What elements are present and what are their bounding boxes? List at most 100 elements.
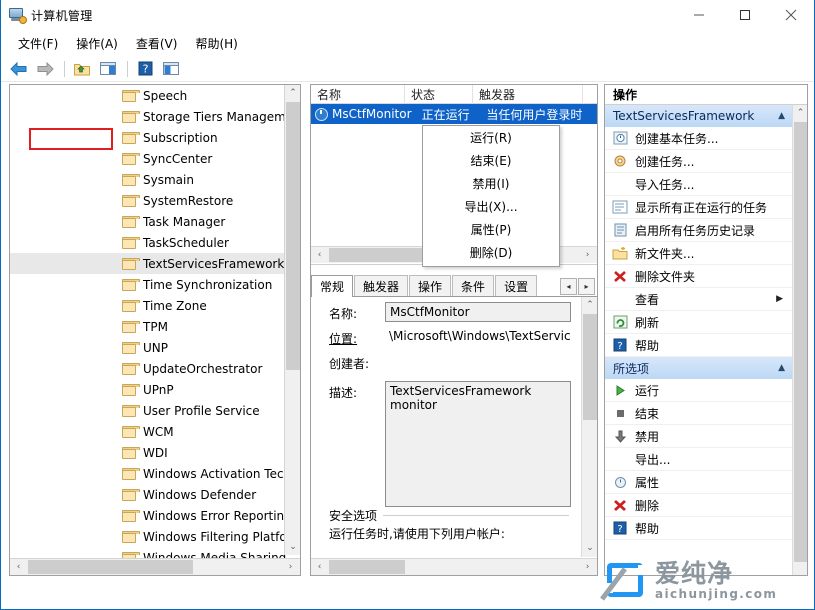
actions-vertical-scrollbar[interactable]: ⌃	[792, 105, 807, 575]
tree-item-tpm[interactable]: TPM	[10, 316, 284, 337]
tree-hscroll-thumb[interactable]	[28, 560, 193, 574]
back-icon[interactable]	[7, 58, 31, 80]
tab-触发器[interactable]: 触发器	[354, 275, 409, 296]
up-folder-icon[interactable]	[70, 58, 94, 80]
tab-操作[interactable]: 操作	[409, 275, 452, 296]
tab-常规[interactable]: 常规	[311, 275, 354, 297]
tree-item-systemrestore[interactable]: SystemRestore	[10, 190, 284, 211]
menu-action[interactable]: 操作(A)	[67, 32, 127, 55]
detail-scroll-down-button[interactable]: ⌄	[582, 540, 597, 556]
action-item[interactable]: 属性	[605, 471, 793, 494]
menu-view[interactable]: 查看(V)	[127, 32, 187, 55]
context-menu-item[interactable]: 禁用(I)	[423, 172, 559, 195]
field-name-value[interactable]: MsCtfMonitor	[385, 302, 571, 322]
detail-horizontal-scrollbar[interactable]: ‹ ›	[311, 558, 597, 575]
help-icon[interactable]: ?	[133, 58, 157, 80]
tree-item-time-synchronization[interactable]: Time Synchronization	[10, 274, 284, 295]
tree-item-windows-filtering-platfo[interactable]: Windows Filtering Platfo	[10, 526, 287, 547]
action-item[interactable]: 删除文件夹	[605, 265, 793, 288]
tree-item-speech[interactable]: Speech	[10, 85, 284, 106]
detail-hscroll-thumb[interactable]	[329, 560, 405, 574]
column-header-name[interactable]: 名称	[311, 85, 405, 104]
actions-scroll-up-button[interactable]: ⌃	[793, 105, 807, 121]
action-item[interactable]: 禁用	[605, 425, 793, 448]
action-item[interactable]: ? 帮助	[605, 334, 793, 357]
tree-item-storage-tiers-managemen[interactable]: Storage Tiers Managemen	[10, 106, 300, 127]
tree-item-taskscheduler[interactable]: TaskScheduler	[10, 232, 284, 253]
maximize-button[interactable]	[722, 0, 768, 30]
tree-item-user-profile-service[interactable]: User Profile Service	[10, 400, 284, 421]
tree-item-label: WDI	[143, 445, 168, 460]
action-item[interactable]: 创建任务...	[605, 150, 793, 173]
folder-icon	[122, 110, 140, 123]
tree-item-label: Time Synchronization	[143, 277, 273, 292]
tree-item-wcm[interactable]: WCM	[10, 421, 284, 442]
detail-scroll-up-button[interactable]: ⌃	[582, 297, 597, 313]
close-button[interactable]	[768, 0, 814, 30]
tree-item-windows-defender[interactable]: Windows Defender	[10, 484, 284, 505]
action-item[interactable]: 导出...	[605, 448, 793, 471]
tree-item-synccenter[interactable]: SyncCenter	[10, 148, 284, 169]
task-hscroll-thumb[interactable]	[329, 248, 433, 262]
tab-设置[interactable]: 设置	[495, 275, 538, 296]
task-scroll-left-button[interactable]: ‹	[311, 247, 328, 263]
tab-next-button[interactable]: ▸	[578, 278, 595, 295]
forward-icon[interactable]	[33, 58, 57, 80]
tree-item-wdi[interactable]: WDI	[10, 442, 284, 463]
detail-scroll-right-button[interactable]: ›	[579, 559, 596, 575]
tree-item-windows-error-reportin[interactable]: Windows Error Reportin	[10, 505, 284, 526]
detail-scroll-thumb[interactable]	[583, 314, 597, 420]
detail-scroll-left-button[interactable]: ‹	[311, 559, 328, 575]
show-hide-action-pane-icon[interactable]	[159, 58, 183, 80]
actions-group-header[interactable]: 所选项 ▲	[605, 357, 793, 379]
menu-help[interactable]: 帮助(H)	[186, 32, 246, 55]
tree-vertical-scrollbar[interactable]: ⌃ ⌄	[284, 85, 300, 555]
tree-scroll-up-button[interactable]: ⌃	[285, 85, 300, 101]
chevron-up-icon[interactable]: ▲	[778, 363, 785, 373]
table-row[interactable]: MsCtfMonitor 正在运行 当任何用户登录时	[311, 104, 597, 124]
detail-vertical-scrollbar[interactable]: ⌃ ⌄	[581, 297, 597, 557]
action-item[interactable]: 显示所有正在运行的任务	[605, 196, 793, 219]
context-menu-item[interactable]: 导出(X)...	[423, 195, 559, 218]
tree-scroll-thumb[interactable]	[286, 102, 300, 370]
tree-item-windows-activation-tec[interactable]: Windows Activation Tec	[10, 463, 284, 484]
action-item[interactable]: ? 帮助	[605, 517, 793, 540]
action-item[interactable]: 刷新	[605, 311, 793, 334]
tree-item-textservicesframework[interactable]: TextServicesFramework	[10, 253, 284, 274]
action-item[interactable]: 运行	[605, 379, 793, 402]
action-item[interactable]: 启用所有任务历史记录	[605, 219, 793, 242]
context-menu-item[interactable]: 结束(E)	[423, 149, 559, 172]
tree-item-time-zone[interactable]: Time Zone	[10, 295, 284, 316]
context-menu-item[interactable]: 运行(R)	[423, 126, 559, 149]
tree-item-task-manager[interactable]: Task Manager	[10, 211, 284, 232]
field-description-value[interactable]: TextServicesFramework monitor	[385, 381, 571, 507]
actions-scroll-thumb[interactable]	[794, 122, 807, 562]
svg-text:?: ?	[617, 341, 622, 352]
tree-item-unp[interactable]: UNP	[10, 337, 284, 358]
tree-item-updateorchestrator[interactable]: UpdateOrchestrator	[10, 358, 284, 379]
show-hide-tree-icon[interactable]	[96, 58, 120, 80]
tree-item-sysmain[interactable]: Sysmain	[10, 169, 284, 190]
minimize-button[interactable]	[676, 0, 722, 30]
context-menu-item[interactable]: 删除(D)	[423, 241, 559, 264]
tree-scroll-down-button[interactable]: ⌄	[285, 539, 300, 555]
context-menu-item[interactable]: 属性(P)	[423, 218, 559, 241]
action-item[interactable]: 删除	[605, 494, 793, 517]
tab-条件[interactable]: 条件	[452, 275, 495, 296]
tab-prev-button[interactable]: ◂	[560, 278, 577, 295]
action-item[interactable]: 创建基本任务...	[605, 127, 793, 150]
task-scroll-right-button[interactable]: ›	[579, 247, 596, 263]
tree-scroll-right-button[interactable]: ›	[282, 559, 299, 575]
chevron-up-icon[interactable]: ▲	[778, 111, 785, 121]
actions-group-header[interactable]: TextServicesFramework ▲	[605, 105, 793, 127]
column-header-trigger[interactable]: 触发器	[473, 85, 583, 104]
action-item[interactable]: 新文件夹...	[605, 242, 793, 265]
action-item[interactable]: 查看 ▶	[605, 288, 793, 311]
tree-horizontal-scrollbar[interactable]: ‹ ›	[10, 558, 300, 575]
action-item[interactable]: 结束	[605, 402, 793, 425]
tree-scroll-left-button[interactable]: ‹	[10, 559, 27, 575]
column-header-status[interactable]: 状态	[405, 85, 473, 104]
action-item[interactable]: 导入任务...	[605, 173, 793, 196]
tree-item-upnp[interactable]: UPnP	[10, 379, 284, 400]
menu-file[interactable]: 文件(F)	[9, 32, 67, 55]
